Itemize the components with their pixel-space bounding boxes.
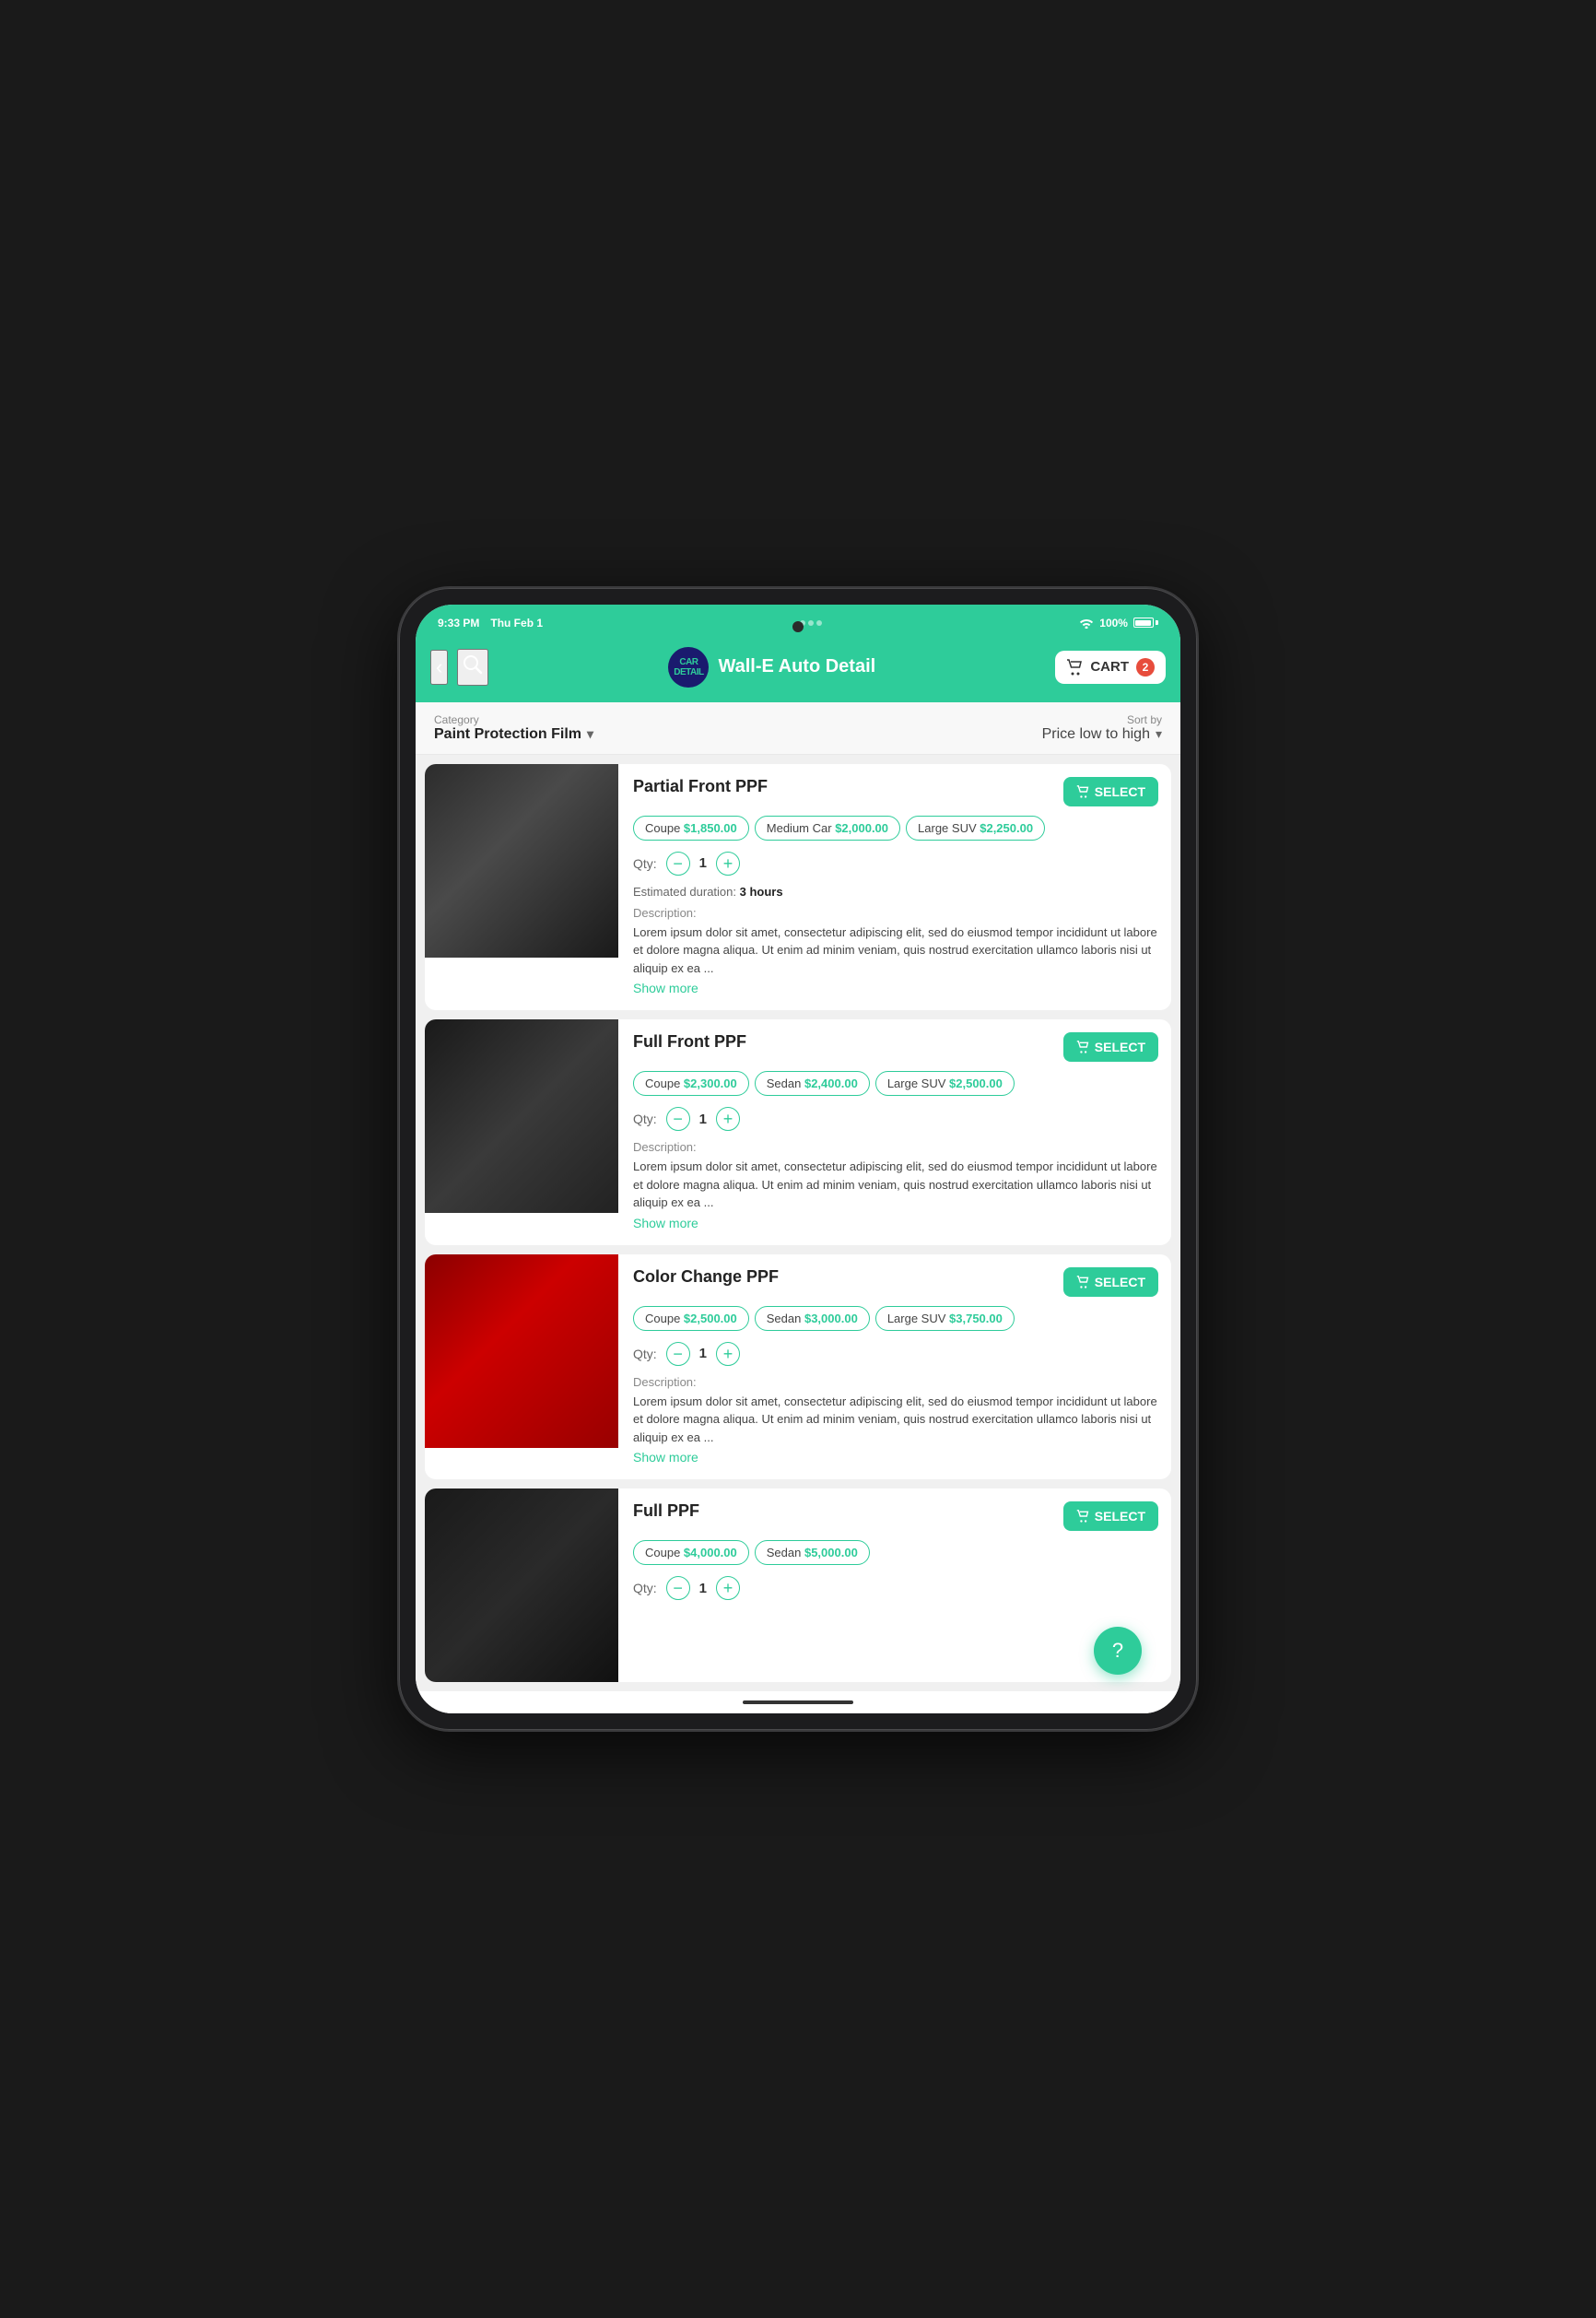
- price-tag-full-front-ppf-sedan[interactable]: Sedan $2,400.00: [755, 1071, 870, 1096]
- product-header-color-change-ppf: Color Change PPF SELECT: [633, 1267, 1158, 1297]
- product-image-full-front-ppf: [425, 1019, 618, 1213]
- search-icon: [463, 654, 483, 675]
- product-header-full-front-ppf: Full Front PPF SELECT: [633, 1032, 1158, 1062]
- cart-select-icon: [1076, 785, 1089, 798]
- product-list: Partial Front PPF SELECT Coupe $1,850.00Me…: [416, 755, 1180, 1692]
- product-image-partial-front-ppf: [425, 764, 618, 958]
- sort-value: Price low to high ▾: [1042, 726, 1162, 743]
- price-tags-partial-front-ppf: Coupe $1,850.00Medium Car $2,000.00Large…: [633, 816, 1158, 841]
- qty-value-color-change-ppf: 1: [699, 1346, 707, 1361]
- price-tag-partial-front-ppf-coupe[interactable]: Coupe $1,850.00: [633, 816, 749, 841]
- product-card-color-change-ppf: Color Change PPF SELECT Coupe $2,500.00Sed…: [425, 1254, 1171, 1480]
- help-fab[interactable]: ?: [1094, 1627, 1142, 1675]
- price-tag-color-change-ppf-large-suv[interactable]: Large SUV $3,750.00: [875, 1306, 1015, 1331]
- price-tag-full-front-ppf-large-suv[interactable]: Large SUV $2,500.00: [875, 1071, 1015, 1096]
- cart-label: CART: [1090, 659, 1129, 675]
- qty-decrement-color-change-ppf[interactable]: −: [666, 1342, 690, 1366]
- product-card-partial-front-ppf: Partial Front PPF SELECT Coupe $1,850.00Me…: [425, 764, 1171, 1011]
- desc-label-full-front-ppf: Description:: [633, 1140, 1158, 1154]
- show-more-color-change-ppf[interactable]: Show more: [633, 1450, 698, 1465]
- product-name-partial-front-ppf: Partial Front PPF: [633, 777, 768, 796]
- battery-percent: 100%: [1099, 617, 1128, 630]
- cart-select-icon: [1076, 1276, 1089, 1288]
- qty-value-partial-front-ppf: 1: [699, 855, 707, 871]
- qty-label: Qty:: [633, 1112, 657, 1126]
- desc-text-color-change-ppf: Lorem ipsum dolor sit amet, consectetur …: [633, 1393, 1158, 1447]
- sort-chevron-icon: ▾: [1156, 726, 1162, 742]
- price-tags-color-change-ppf: Coupe $2,500.00Sedan $3,000.00Large SUV …: [633, 1306, 1158, 1331]
- price-tag-full-front-ppf-coupe[interactable]: Coupe $2,300.00: [633, 1071, 749, 1096]
- brand-area: CAR DETAIL Wall-E Auto Detail: [498, 647, 1046, 688]
- product-name-full-front-ppf: Full Front PPF: [633, 1032, 746, 1052]
- desc-label-partial-front-ppf: Description:: [633, 906, 1158, 920]
- select-button-full-front-ppf[interactable]: SELECT: [1063, 1032, 1158, 1062]
- price-tag-color-change-ppf-coupe[interactable]: Coupe $2,500.00: [633, 1306, 749, 1331]
- cart-button[interactable]: CART 2: [1055, 651, 1166, 684]
- battery-icon: [1133, 618, 1158, 628]
- qty-value-full-ppf: 1: [699, 1581, 707, 1596]
- price-tags-full-front-ppf: Coupe $2,300.00Sedan $2,400.00Large SUV …: [633, 1071, 1158, 1096]
- show-more-full-front-ppf[interactable]: Show more: [633, 1216, 698, 1230]
- qty-label: Qty:: [633, 856, 657, 871]
- product-image-color-change-ppf: [425, 1254, 618, 1448]
- category-chevron-icon: ▾: [587, 726, 593, 742]
- cart-select-icon: [1076, 1510, 1089, 1523]
- product-header-full-ppf: Full PPF SELECT: [633, 1501, 1158, 1531]
- app-header: ‹ CAR DETAIL Wall-E Auto Detail CART 2: [416, 638, 1180, 702]
- price-tags-full-ppf: Coupe $4,000.00Sedan $5,000.00: [633, 1540, 1158, 1565]
- show-more-partial-front-ppf[interactable]: Show more: [633, 981, 698, 995]
- product-name-full-ppf: Full PPF: [633, 1501, 699, 1521]
- category-label: Category: [434, 713, 1042, 726]
- price-tag-partial-front-ppf-medium-car[interactable]: Medium Car $2,000.00: [755, 816, 900, 841]
- cart-icon: [1066, 659, 1083, 676]
- product-header-partial-front-ppf: Partial Front PPF SELECT: [633, 777, 1158, 806]
- qty-decrement-partial-front-ppf[interactable]: −: [666, 852, 690, 876]
- bottom-bar: [416, 1691, 1180, 1713]
- select-button-partial-front-ppf[interactable]: SELECT: [1063, 777, 1158, 806]
- search-button[interactable]: [457, 649, 488, 686]
- qty-increment-partial-front-ppf[interactable]: +: [716, 852, 740, 876]
- qty-row-full-ppf: Qty: − 1 +: [633, 1576, 1158, 1600]
- filter-bar: Category Paint Protection Film ▾ Sort by…: [416, 702, 1180, 755]
- cart-badge: 2: [1136, 658, 1155, 677]
- price-tag-partial-front-ppf-large-suv[interactable]: Large SUV $2,250.00: [906, 816, 1045, 841]
- qty-increment-full-front-ppf[interactable]: +: [716, 1107, 740, 1131]
- category-value: Paint Protection Film ▾: [434, 726, 1042, 743]
- status-time: 9:33 PM: [438, 617, 479, 630]
- product-name-color-change-ppf: Color Change PPF: [633, 1267, 779, 1287]
- product-card-full-front-ppf: Full Front PPF SELECT Coupe $2,300.00Sedan…: [425, 1019, 1171, 1245]
- desc-text-partial-front-ppf: Lorem ipsum dolor sit amet, consectetur …: [633, 924, 1158, 978]
- duration-row-partial-front-ppf: Estimated duration: 3 hours: [633, 885, 1158, 899]
- sort-label: Sort by: [1042, 713, 1162, 726]
- status-date: Thu Feb 1: [490, 617, 543, 630]
- qty-increment-full-ppf[interactable]: +: [716, 1576, 740, 1600]
- product-card-full-ppf: Full PPF SELECT Coupe $4,000.00Sedan $5,00…: [425, 1488, 1171, 1682]
- desc-label-color-change-ppf: Description:: [633, 1375, 1158, 1389]
- qty-label: Qty:: [633, 1581, 657, 1595]
- duration-value-partial-front-ppf: 3 hours: [740, 885, 783, 899]
- select-button-full-ppf[interactable]: SELECT: [1063, 1501, 1158, 1531]
- brand-name: Wall-E Auto Detail: [718, 656, 875, 677]
- price-tag-full-ppf-coupe[interactable]: Coupe $4,000.00: [633, 1540, 749, 1565]
- qty-row-full-front-ppf: Qty: − 1 +: [633, 1107, 1158, 1131]
- qty-decrement-full-ppf[interactable]: −: [666, 1576, 690, 1600]
- home-indicator: [743, 1700, 853, 1704]
- cart-select-icon: [1076, 1041, 1089, 1053]
- desc-text-full-front-ppf: Lorem ipsum dolor sit amet, consectetur …: [633, 1158, 1158, 1212]
- category-filter[interactable]: Category Paint Protection Film ▾: [434, 713, 1042, 743]
- product-image-full-ppf: [425, 1488, 618, 1682]
- qty-row-color-change-ppf: Qty: − 1 +: [633, 1342, 1158, 1366]
- qty-row-partial-front-ppf: Qty: − 1 +: [633, 852, 1158, 876]
- qty-decrement-full-front-ppf[interactable]: −: [666, 1107, 690, 1131]
- price-tag-full-ppf-sedan[interactable]: Sedan $5,000.00: [755, 1540, 870, 1565]
- qty-increment-color-change-ppf[interactable]: +: [716, 1342, 740, 1366]
- back-button[interactable]: ‹: [430, 650, 448, 685]
- select-button-color-change-ppf[interactable]: SELECT: [1063, 1267, 1158, 1297]
- brand-logo: CAR DETAIL: [668, 647, 709, 688]
- qty-label: Qty:: [633, 1347, 657, 1361]
- qty-value-full-front-ppf: 1: [699, 1112, 707, 1127]
- wifi-icon: [1079, 618, 1094, 629]
- price-tag-color-change-ppf-sedan[interactable]: Sedan $3,000.00: [755, 1306, 870, 1331]
- sort-filter[interactable]: Sort by Price low to high ▾: [1042, 713, 1162, 743]
